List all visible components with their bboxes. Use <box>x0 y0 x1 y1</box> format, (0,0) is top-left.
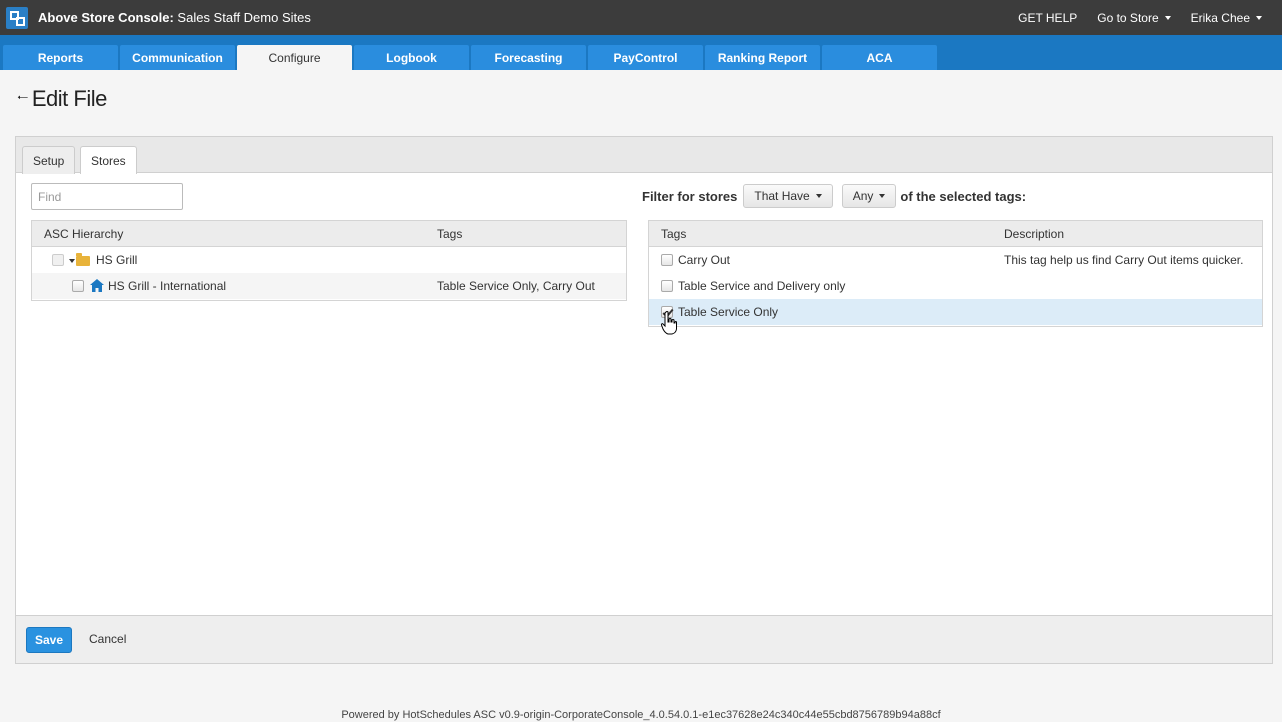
nav-tab-label: ACA <box>866 50 893 65</box>
store-filter: Filter for stores That Have Any of the s… <box>642 184 1026 208</box>
user-name: Erika Chee <box>1190 10 1250 25</box>
user-menu[interactable]: Erika Chee <box>1191 11 1262 25</box>
column-header-description[interactable]: Description <box>1004 227 1064 241</box>
save-button-label: Save <box>34 633 64 647</box>
tag-checkbox[interactable] <box>661 254 673 266</box>
tag-row[interactable]: Table Service and Delivery only <box>649 273 1262 299</box>
row-checkbox[interactable] <box>72 280 84 292</box>
hierarchy-grid: ASC Hierarchy Tags HS Grill HS Grill - I… <box>31 220 627 301</box>
nav-tab-ranking-report[interactable]: Ranking Report <box>705 45 820 70</box>
find-input[interactable] <box>31 183 183 210</box>
tree-item-label: HS Grill - International <box>108 279 227 293</box>
column-header-tags[interactable]: Tags <box>437 227 462 241</box>
app-title: Above Store Console: Sales Staff Demo Si… <box>38 10 311 25</box>
main-nav: Reports Communication Configure Logbook … <box>0 35 1282 70</box>
chevron-down-icon <box>1164 15 1171 20</box>
go-to-store-dropdown[interactable]: Go to Store <box>1097 10 1171 25</box>
page-title-text: Edit File <box>31 86 107 111</box>
nav-tab-aca[interactable]: ACA <box>822 45 937 70</box>
app-name: Above Store Console: <box>38 10 174 25</box>
nav-tab-forecasting[interactable]: Forecasting <box>471 45 586 70</box>
chevron-down-icon <box>1256 15 1262 20</box>
tab-setup[interactable]: Setup <box>22 146 76 174</box>
back-arrow-icon[interactable]: 🠀 <box>17 87 28 111</box>
powered-by-footer: Powered by HotSchedules ASC v0.9-origin-… <box>341 709 941 721</box>
tag-name: Table Service and Delivery only <box>678 279 846 293</box>
filter-prefix: Filter for stores <box>642 188 738 204</box>
tag-row-selected[interactable]: Table Service Only <box>649 299 1262 325</box>
page-title: 🠀 Edit File <box>17 86 107 112</box>
tag-description: This tag help us find Carry Out items qu… <box>1004 253 1244 267</box>
nav-tab-label: Logbook <box>386 50 437 65</box>
cancel-button[interactable]: Cancel <box>89 632 126 646</box>
tags-grid: Tags Description Carry Out This tag help… <box>648 220 1263 327</box>
nav-tab-label: Ranking Report <box>717 50 808 65</box>
nav-tab-label: PayControl <box>613 50 678 65</box>
edit-file-panel: Setup Stores Filter for stores That Have… <box>15 136 1273 664</box>
tag-name: Table Service Only <box>678 305 779 319</box>
match-dropdown[interactable]: Any <box>841 184 897 208</box>
get-help-label: GET HELP <box>1018 10 1078 25</box>
nav-tab-paycontrol[interactable]: PayControl <box>588 45 703 70</box>
nav-tab-label: Configure <box>268 50 321 65</box>
row-checkbox[interactable] <box>52 254 64 266</box>
tag-checkbox[interactable] <box>661 280 673 292</box>
folder-icon <box>76 253 90 266</box>
tree-item-label: HS Grill <box>96 253 138 267</box>
nav-tab-label: Communication <box>132 50 223 65</box>
chevron-down-icon <box>879 194 886 198</box>
hierarchy-grid-header: ASC Hierarchy Tags <box>32 221 626 247</box>
tree-row-store[interactable]: HS Grill - International Table Service O… <box>32 273 626 299</box>
nav-tab-configure[interactable]: Configure <box>237 45 352 70</box>
nav-tab-communication[interactable]: Communication <box>120 45 235 70</box>
column-header-tags[interactable]: Tags <box>661 227 686 241</box>
panel-footer: Save Cancel <box>16 615 1272 663</box>
store-tags: Table Service Only, Carry Out <box>437 279 595 293</box>
cancel-button-label: Cancel <box>89 632 127 646</box>
get-help-link[interactable]: GET HELP <box>1018 11 1077 25</box>
match-dropdown-label: Any <box>852 189 874 203</box>
have-dropdown[interactable]: That Have <box>743 184 833 208</box>
column-header-hierarchy[interactable]: ASC Hierarchy <box>44 227 123 241</box>
chevron-down-icon <box>815 194 822 198</box>
tag-name: Carry Out <box>678 253 731 267</box>
tab-label: Stores <box>91 153 126 168</box>
nav-tab-logbook[interactable]: Logbook <box>354 45 469 70</box>
tag-row[interactable]: Carry Out This tag help us find Carry Ou… <box>649 247 1262 273</box>
site-name: Sales Staff Demo Sites <box>177 10 311 25</box>
have-dropdown-label: That Have <box>754 189 810 203</box>
nav-tab-label: Forecasting <box>494 50 563 65</box>
panel-tabs: Setup Stores <box>16 137 1272 174</box>
nav-tab-reports[interactable]: Reports <box>3 45 118 70</box>
tags-grid-header: Tags Description <box>649 221 1262 247</box>
home-icon <box>90 279 104 292</box>
go-to-store-label: Go to Store <box>1097 10 1159 25</box>
app-logo-icon[interactable] <box>6 6 28 29</box>
tab-stores[interactable]: Stores <box>80 146 137 174</box>
hand-cursor-icon <box>661 311 677 335</box>
tab-label: Setup <box>33 153 65 168</box>
expand-caret-icon[interactable] <box>69 259 75 263</box>
filter-suffix: of the selected tags: <box>900 188 1027 204</box>
top-bar: Above Store Console: Sales Staff Demo Si… <box>0 0 1282 35</box>
save-button[interactable]: Save <box>26 627 72 653</box>
nav-tab-label: Reports <box>37 50 84 65</box>
tree-row-folder[interactable]: HS Grill <box>32 247 626 273</box>
